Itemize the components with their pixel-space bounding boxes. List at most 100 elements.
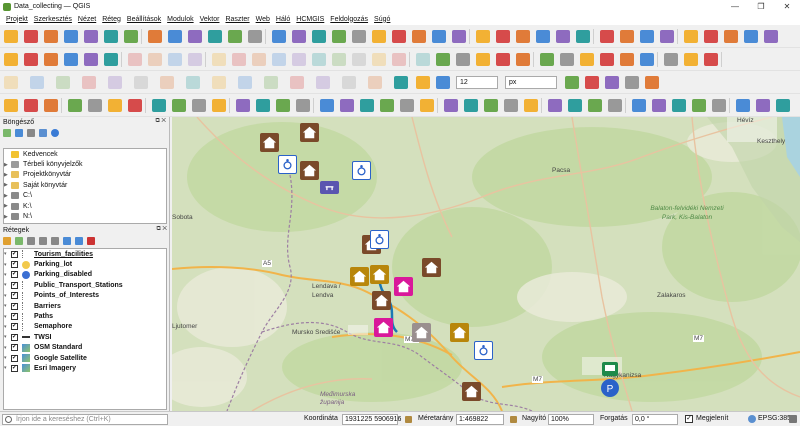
layer-row[interactable]: ▾ ✓ Public_Transport_Stations (4, 280, 166, 290)
panel-float-close-icon[interactable]: ⧉ ✕ (155, 118, 166, 125)
toolbar-tool-icon[interactable] (452, 30, 466, 43)
toolbar-tool-icon[interactable] (24, 30, 38, 43)
toolbar-tool-icon[interactable] (264, 76, 278, 89)
toolbar-tool-icon[interactable] (56, 76, 70, 89)
toolbar-tool-icon[interactable] (160, 76, 174, 89)
expand-arrow-icon[interactable]: ▾ (4, 314, 11, 320)
toolbar-tool-icon[interactable] (4, 53, 18, 66)
expand-all-icon[interactable] (63, 236, 71, 245)
toolbar-tool-icon[interactable] (536, 30, 550, 43)
layer-visibility-checkbox[interactable]: ✓ (11, 281, 18, 289)
toolbar-tool-icon[interactable] (585, 76, 599, 89)
toolbar-tool-icon[interactable] (192, 99, 206, 112)
toolbar-tool-icon[interactable] (238, 76, 252, 89)
menu-nezet[interactable]: Nézet (75, 16, 99, 23)
layer-row[interactable]: ▾ ✓ Parking_disabled (4, 270, 166, 280)
coordinate-field[interactable]: 1931225 5906916 (342, 414, 401, 425)
toolbar-tool-icon[interactable] (316, 76, 330, 89)
expand-arrow-icon[interactable]: ▾ (4, 303, 11, 309)
toolbar-tool-icon[interactable] (684, 30, 698, 43)
toolbar-tool-icon[interactable] (332, 30, 346, 43)
toolbar-tool-icon[interactable] (652, 99, 666, 112)
toolbar-tool-icon[interactable] (236, 99, 250, 112)
layer-visibility-checkbox[interactable]: ✓ (11, 323, 18, 331)
toolbar-tool-icon[interactable] (248, 30, 262, 43)
browser-item[interactable]: Kedvencek (4, 149, 166, 159)
toolbar-tool-icon[interactable] (456, 53, 470, 66)
toolbar-tool-icon[interactable] (4, 30, 18, 43)
toolbar-tool-icon[interactable] (640, 30, 654, 43)
toolbar-tool-icon[interactable] (24, 99, 38, 112)
toolbar-tool-icon[interactable] (212, 99, 226, 112)
parking-disabled-marker-icon[interactable] (370, 230, 389, 249)
layer-row[interactable]: ▾ ✓ OSM Standard (4, 343, 166, 353)
toolbar-tool-icon[interactable] (88, 99, 102, 112)
toolbar-tool-icon[interactable] (436, 53, 450, 66)
toolbar-tool-icon[interactable] (30, 76, 44, 89)
browser-item[interactable]: ▶ Saját könyvtár (4, 180, 166, 190)
toolbar-tool-icon[interactable] (128, 99, 142, 112)
layer-row[interactable]: ▾ ✓ TWSI (4, 332, 166, 342)
filter-icon[interactable] (39, 236, 47, 245)
messages-icon[interactable] (789, 415, 797, 423)
toolbar-tool-icon[interactable] (484, 99, 498, 112)
toolbar-tool-icon[interactable] (764, 30, 778, 43)
toolbar-tool-icon[interactable] (516, 30, 530, 43)
menu-modulok[interactable]: Modulok (164, 16, 196, 23)
toolbar-tool-icon[interactable] (372, 53, 386, 66)
toolbar-tool-icon[interactable] (704, 53, 718, 66)
toolbar-tool-icon[interactable] (724, 30, 738, 43)
expand-arrow-icon[interactable]: ▶ (4, 214, 11, 220)
expand-arrow-icon[interactable]: ▾ (4, 334, 11, 340)
lodging-marker-icon[interactable] (374, 318, 393, 337)
layer-visibility-checkbox[interactable]: ✓ (11, 261, 18, 269)
lock-icon[interactable] (405, 416, 412, 423)
menu-beallitasok[interactable]: Beállítások (124, 16, 164, 23)
toolbar-tool-icon[interactable] (684, 53, 698, 66)
lodging-marker-icon[interactable] (372, 291, 391, 310)
toolbar-tool-icon[interactable] (394, 76, 408, 89)
toolbar-tool-icon[interactable] (24, 53, 38, 66)
crs-globe-icon[interactable] (748, 415, 756, 423)
toolbar-tool-icon[interactable] (4, 99, 18, 112)
toolbar-tool-icon[interactable] (44, 99, 58, 112)
lodging-marker-icon[interactable] (450, 323, 469, 342)
layer-visibility-checkbox[interactable]: ✓ (11, 364, 18, 372)
toolbar-tool-icon[interactable] (84, 53, 98, 66)
toolbar-tool-icon[interactable] (600, 30, 614, 43)
add-icon[interactable] (3, 128, 11, 137)
toolbar-tool-icon[interactable] (186, 76, 200, 89)
toolbar-tool-icon[interactable] (664, 53, 678, 66)
expand-arrow-icon[interactable]: ▾ (4, 293, 11, 299)
toolbar-tool-icon[interactable] (292, 53, 306, 66)
toolbar-tool-icon[interactable] (124, 30, 138, 43)
rotation-field[interactable]: 0,0 ° (632, 414, 678, 425)
toolbar-tool-icon[interactable] (516, 53, 530, 66)
label-unit-select[interactable]: px (505, 76, 557, 89)
menu-halo[interactable]: Háló (273, 16, 293, 23)
layer-row[interactable]: ▾ ✓ Parking_lot (4, 259, 166, 269)
toolbar-tool-icon[interactable] (416, 53, 430, 66)
browser-item[interactable]: ▶ N:\ (4, 211, 166, 221)
toolbar-tool-icon[interactable] (704, 30, 718, 43)
toolbar-tool-icon[interactable] (504, 99, 518, 112)
toolbar-tool-icon[interactable] (588, 99, 602, 112)
toolbar-tool-icon[interactable] (212, 76, 226, 89)
toolbar-tool-icon[interactable] (392, 30, 406, 43)
menu-vektor[interactable]: Vektor (197, 16, 223, 23)
layer-row[interactable]: ▾ ✓ Google Satellite (4, 353, 166, 363)
toolbar-tool-icon[interactable] (712, 99, 726, 112)
toolbar-tool-icon[interactable] (464, 99, 478, 112)
toolbar-tool-icon[interactable] (416, 76, 430, 89)
lodging-marker-icon[interactable] (462, 382, 481, 401)
toolbar-tool-icon[interactable] (64, 30, 78, 43)
browser-item[interactable]: ▶ Projektkönyvtár (4, 170, 166, 180)
visibility-icon[interactable] (27, 236, 35, 245)
toolbar-tool-icon[interactable] (128, 53, 142, 66)
toolbar-tool-icon[interactable] (560, 53, 574, 66)
toolbar-tool-icon[interactable] (692, 99, 706, 112)
layer-row[interactable]: ▾ ✓ Points_of_Interests (4, 291, 166, 301)
toolbar-tool-icon[interactable] (540, 53, 554, 66)
toolbar-tool-icon[interactable] (640, 53, 654, 66)
toolbar-tool-icon[interactable] (645, 76, 659, 89)
